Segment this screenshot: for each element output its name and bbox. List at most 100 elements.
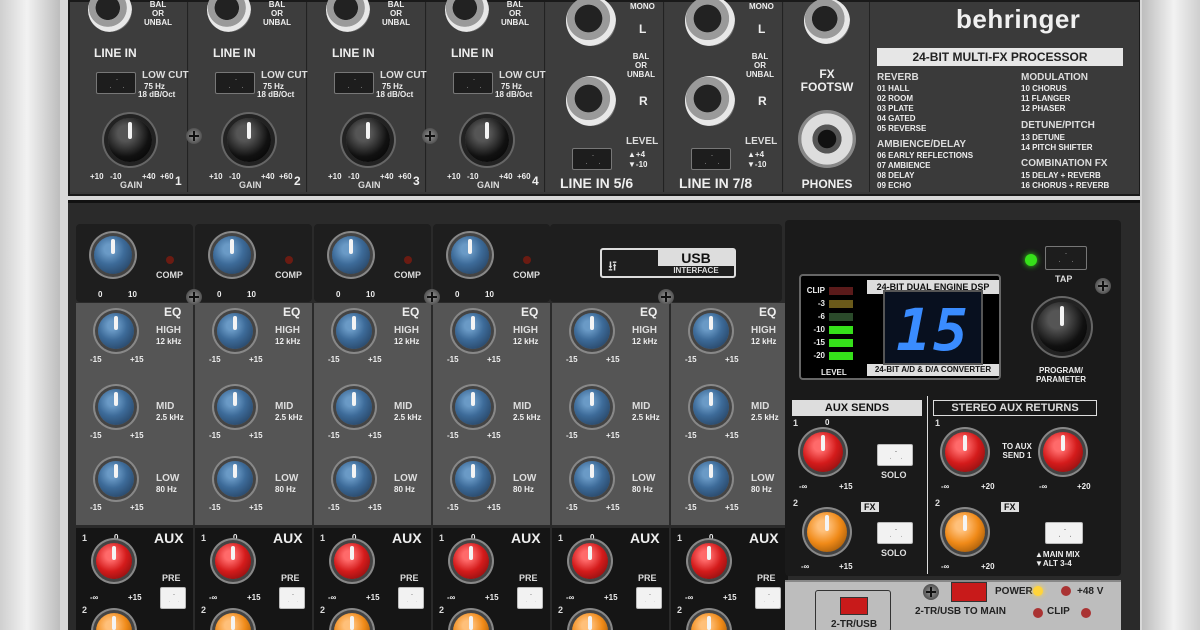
screw (186, 289, 202, 305)
dsp-subtitle: 24-BIT A/D & D/A CONVERTER (867, 364, 999, 376)
solo-button-2[interactable] (877, 522, 913, 544)
solo-button-1[interactable] (877, 444, 913, 466)
low-cut-button[interactable] (96, 72, 136, 94)
eq-high-knob[interactable] (693, 313, 729, 349)
aux-send-2-knob[interactable] (807, 512, 847, 552)
eq-min: -15 (447, 355, 459, 364)
bottom-panel: 2-TR/USB POWER +48 V 2-TR/USB TO MAIN CL… (785, 580, 1121, 630)
pre-button[interactable] (160, 587, 186, 609)
eq-low-knob[interactable] (574, 461, 610, 497)
eq-band-freq: 12 kHz (632, 337, 658, 346)
tap-button[interactable] (1045, 246, 1087, 270)
low-cut-button[interactable] (453, 72, 493, 94)
aux-1-knob[interactable] (334, 543, 370, 579)
eq-band-name: MID (394, 401, 413, 412)
aux-1-knob[interactable] (215, 543, 251, 579)
level-button[interactable] (691, 148, 731, 170)
channel-input-2: BAL OR UNBAL LINE IN LOW CUT 75 Hz 18 dB… (189, 0, 308, 192)
aux-1-knob[interactable] (96, 543, 132, 579)
eq-low-knob[interactable] (693, 461, 729, 497)
xlr-jack[interactable] (88, 0, 132, 32)
pre-button[interactable] (398, 587, 424, 609)
screw (923, 584, 939, 600)
eq-high-knob[interactable] (574, 313, 610, 349)
eq-mid-knob[interactable] (693, 389, 729, 425)
knob-min: -∞ (801, 562, 810, 571)
aux-1-knob[interactable] (691, 543, 727, 579)
aux-1-knob[interactable] (453, 543, 489, 579)
line-in-label: LINE IN (451, 46, 494, 60)
main-mix-button[interactable] (1045, 522, 1083, 544)
knob-min: -∞ (941, 482, 950, 491)
gain-knob[interactable] (227, 118, 271, 162)
aux-send-1-label: 1 (793, 418, 799, 428)
eq-min: -15 (566, 503, 578, 512)
pre-button[interactable] (517, 587, 543, 609)
phones-jack[interactable] (798, 110, 856, 168)
pre-button[interactable] (279, 587, 305, 609)
eq-mid-knob[interactable] (455, 389, 491, 425)
return-2-knob[interactable] (945, 512, 985, 552)
eq-high-knob[interactable] (455, 313, 491, 349)
jack-left[interactable] (685, 0, 735, 46)
aux-max: +15 (128, 593, 142, 602)
xlr-jack[interactable] (326, 0, 370, 32)
eq-min: -15 (685, 431, 697, 440)
jack-left[interactable] (566, 0, 616, 46)
eq-low-knob[interactable] (98, 461, 134, 497)
fx-badge: FX (1001, 502, 1019, 512)
eq-min: -15 (328, 503, 340, 512)
gain-knob[interactable] (465, 118, 509, 162)
low-cut-button[interactable] (215, 72, 255, 94)
return-1-knob[interactable] (945, 432, 985, 472)
aux-1-label: 1 (677, 533, 683, 543)
meter-tick: -15 (813, 338, 825, 347)
comp-knob[interactable] (94, 236, 132, 274)
tr-main-button[interactable] (951, 582, 987, 602)
program-knob[interactable] (1037, 302, 1087, 352)
eq-high-knob[interactable] (98, 313, 134, 349)
return-1-send-knob[interactable] (1043, 432, 1083, 472)
jack-right[interactable] (685, 76, 735, 126)
eq-high-knob[interactable] (217, 313, 253, 349)
channel-number: 3 (413, 174, 420, 188)
dsp-section: 24-BIT DUAL ENGINE DSP 24-BIT A/D & D/A … (785, 220, 1121, 576)
eq-low-knob[interactable] (336, 461, 372, 497)
tr-usb-button[interactable] (840, 597, 868, 615)
eq-band-freq: 2.5 kHz (394, 413, 422, 422)
eq-min: -15 (209, 431, 221, 440)
eq-mid-knob[interactable] (336, 389, 372, 425)
eq-low-knob[interactable] (455, 461, 491, 497)
screw (424, 289, 440, 305)
comp-knob[interactable] (332, 236, 370, 274)
comp-min: 0 (336, 290, 341, 299)
jack-right[interactable] (566, 76, 616, 126)
gain-knob[interactable] (108, 118, 152, 162)
gain-tick: +60 (517, 172, 531, 181)
pre-button[interactable] (755, 587, 781, 609)
xlr-jack[interactable] (445, 0, 489, 32)
eq-min: -15 (90, 503, 102, 512)
aux-1-knob[interactable] (572, 543, 608, 579)
xlr-jack[interactable] (207, 0, 251, 32)
aux-zero: 0 (709, 533, 714, 542)
footswitch-jack[interactable] (804, 0, 850, 44)
eq-max: +15 (487, 355, 501, 364)
gain-knob[interactable] (346, 118, 390, 162)
eq-high-knob[interactable] (336, 313, 372, 349)
eq-mid-knob[interactable] (98, 389, 134, 425)
pre-button[interactable] (636, 587, 662, 609)
eq-band-name: HIGH (632, 325, 657, 336)
eq-mid-knob[interactable] (217, 389, 253, 425)
eq-low-knob[interactable] (217, 461, 253, 497)
aux-title: AUX (630, 530, 660, 546)
comp-knob[interactable] (213, 236, 251, 274)
aux-send-1-knob[interactable] (803, 432, 843, 472)
comp-knob[interactable] (451, 236, 489, 274)
screw (186, 128, 202, 144)
level-button[interactable] (572, 148, 612, 170)
pre-label: PRE (162, 573, 181, 583)
eq-mid-knob[interactable] (574, 389, 610, 425)
eq-title: EQ (164, 305, 182, 319)
low-cut-button[interactable] (334, 72, 374, 94)
